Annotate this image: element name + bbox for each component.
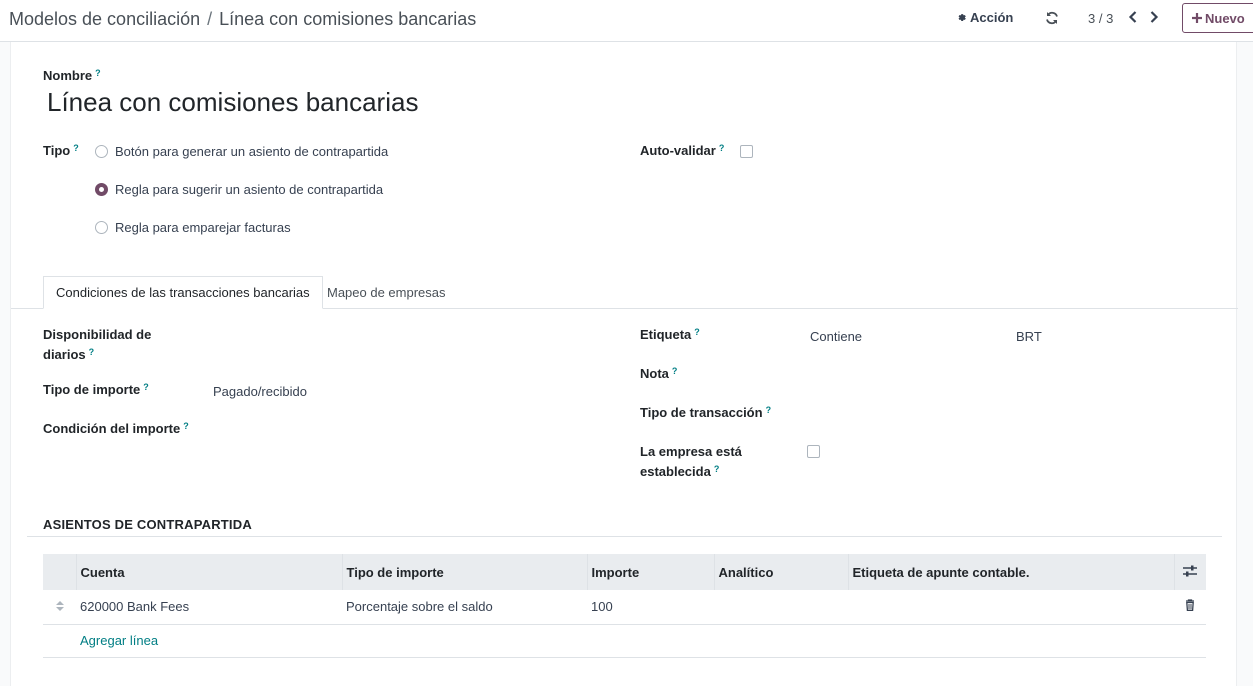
row-handle[interactable] (43, 590, 76, 625)
journal-availability-label-2: diarios? (43, 347, 95, 362)
nota-label: Nota? (640, 366, 678, 381)
help-mark: ? (73, 143, 79, 153)
counterpart-table: Cuenta Tipo de importe Importe Analítico… (43, 554, 1206, 658)
new-button[interactable]: Nuevo (1182, 3, 1253, 33)
help-mark: ? (718, 143, 725, 153)
name-field[interactable]: Línea con comisiones bancarias (47, 87, 418, 118)
radio-icon[interactable] (95, 145, 108, 158)
column-header-analitico[interactable]: Analítico (713, 554, 848, 590)
tipo-option-suggest[interactable]: Regla para sugerir un asiento de contrap… (95, 182, 383, 197)
cell-analitico[interactable] (714, 590, 848, 625)
column-header-importe[interactable]: Importe (586, 554, 714, 590)
sliders-icon (1183, 565, 1198, 576)
control-panel: Modelos de conciliación / Línea con comisi… (0, 0, 1253, 42)
add-line-row: Agregar línea (43, 624, 1206, 658)
partner-set-checkbox[interactable] (807, 445, 820, 458)
trash-icon[interactable] (1185, 599, 1195, 612)
etiqueta-value[interactable]: BRT (1016, 327, 1042, 347)
transaction-type-label: Tipo de transacción? (640, 405, 772, 420)
section-divider (27, 536, 1222, 537)
pager-value[interactable]: 3 / 3 (1088, 11, 1113, 26)
radio-selected-icon[interactable] (95, 183, 108, 196)
breadcrumb: Modelos de conciliación / Línea con comisi… (9, 9, 476, 30)
table-row[interactable]: 620000 Bank Fees Porcentaje sobre el sal… (43, 590, 1206, 625)
add-line-link[interactable]: Agregar línea (80, 633, 158, 648)
column-header-cuenta[interactable]: Cuenta (75, 554, 342, 590)
journal-availability-label: Disponibilidad de (43, 327, 152, 342)
column-header-etiqueta[interactable]: Etiqueta de apunte contable. (847, 554, 1174, 590)
cell-cuenta[interactable]: 620000 Bank Fees (76, 590, 342, 625)
gear-icon (958, 14, 966, 21)
tab-partner-mapping[interactable]: Mapeo de empresas (315, 276, 458, 309)
etiqueta-operator[interactable]: Contiene (810, 327, 862, 347)
breadcrumb-parent[interactable]: Modelos de conciliación (9, 9, 200, 29)
row-delete[interactable] (1174, 590, 1206, 625)
optional-columns-toggle[interactable] (1173, 554, 1206, 590)
chevron-left-icon[interactable] (1127, 10, 1139, 24)
action-button[interactable]: Acción (956, 10, 1013, 25)
etiqueta-label: Etiqueta? (640, 327, 700, 342)
new-button-label: Nuevo (1205, 10, 1245, 26)
breadcrumb-current: Línea con comisiones bancarias (219, 9, 477, 29)
tipo-option-match[interactable]: Regla para emparejar facturas (95, 220, 291, 235)
auto-validate-checkbox[interactable] (740, 145, 753, 158)
table-header-row: Cuenta Tipo de importe Importe Analítico… (43, 554, 1206, 590)
handle-column-header (43, 554, 76, 590)
help-mark: ? (671, 366, 678, 376)
help-mark: ? (694, 327, 700, 337)
tipo-label: Tipo? (43, 143, 79, 158)
cell-etiqueta[interactable] (848, 590, 1174, 625)
tipo-option-button[interactable]: Botón para generar un asiento de contrap… (95, 144, 388, 159)
radio-icon[interactable] (95, 221, 108, 234)
amount-condition-label: Condición del importe? (43, 421, 189, 436)
plus-icon (1192, 13, 1202, 23)
drag-handle-icon[interactable] (55, 601, 64, 612)
help-mark: ? (88, 347, 95, 357)
cell-tipo-importe[interactable]: Porcentaje sobre el saldo (342, 590, 587, 625)
counterpart-section-title: ASIENTOS DE CONTRAPARTIDA (43, 517, 252, 532)
amount-type-label: Tipo de importe? (43, 382, 149, 397)
name-label: Nombre? (43, 68, 101, 83)
action-label: Acción (970, 10, 1014, 25)
help-mark: ? (183, 421, 189, 431)
help-mark: ? (143, 382, 149, 392)
amount-type-value[interactable]: Pagado/recibido (213, 382, 307, 402)
help-mark: ? (765, 405, 772, 415)
help-mark: ? (95, 68, 101, 78)
partner-set-label-2: establecida? (640, 464, 720, 479)
cell-importe[interactable]: 100 (587, 590, 714, 625)
help-mark: ? (713, 464, 720, 474)
form-sheet: Nombre? Línea con comisiones bancarias T… (10, 42, 1238, 686)
breadcrumb-separator: / (207, 9, 213, 29)
auto-validate-label: Auto-validar? (640, 143, 725, 158)
reload-icon[interactable] (1044, 10, 1060, 26)
partner-set-label: La empresa está (640, 444, 742, 459)
chevron-right-icon[interactable] (1148, 10, 1160, 24)
tab-conditions[interactable]: Condiciones de las transacciones bancari… (43, 276, 323, 309)
column-header-tipo-importe[interactable]: Tipo de importe (341, 554, 587, 590)
